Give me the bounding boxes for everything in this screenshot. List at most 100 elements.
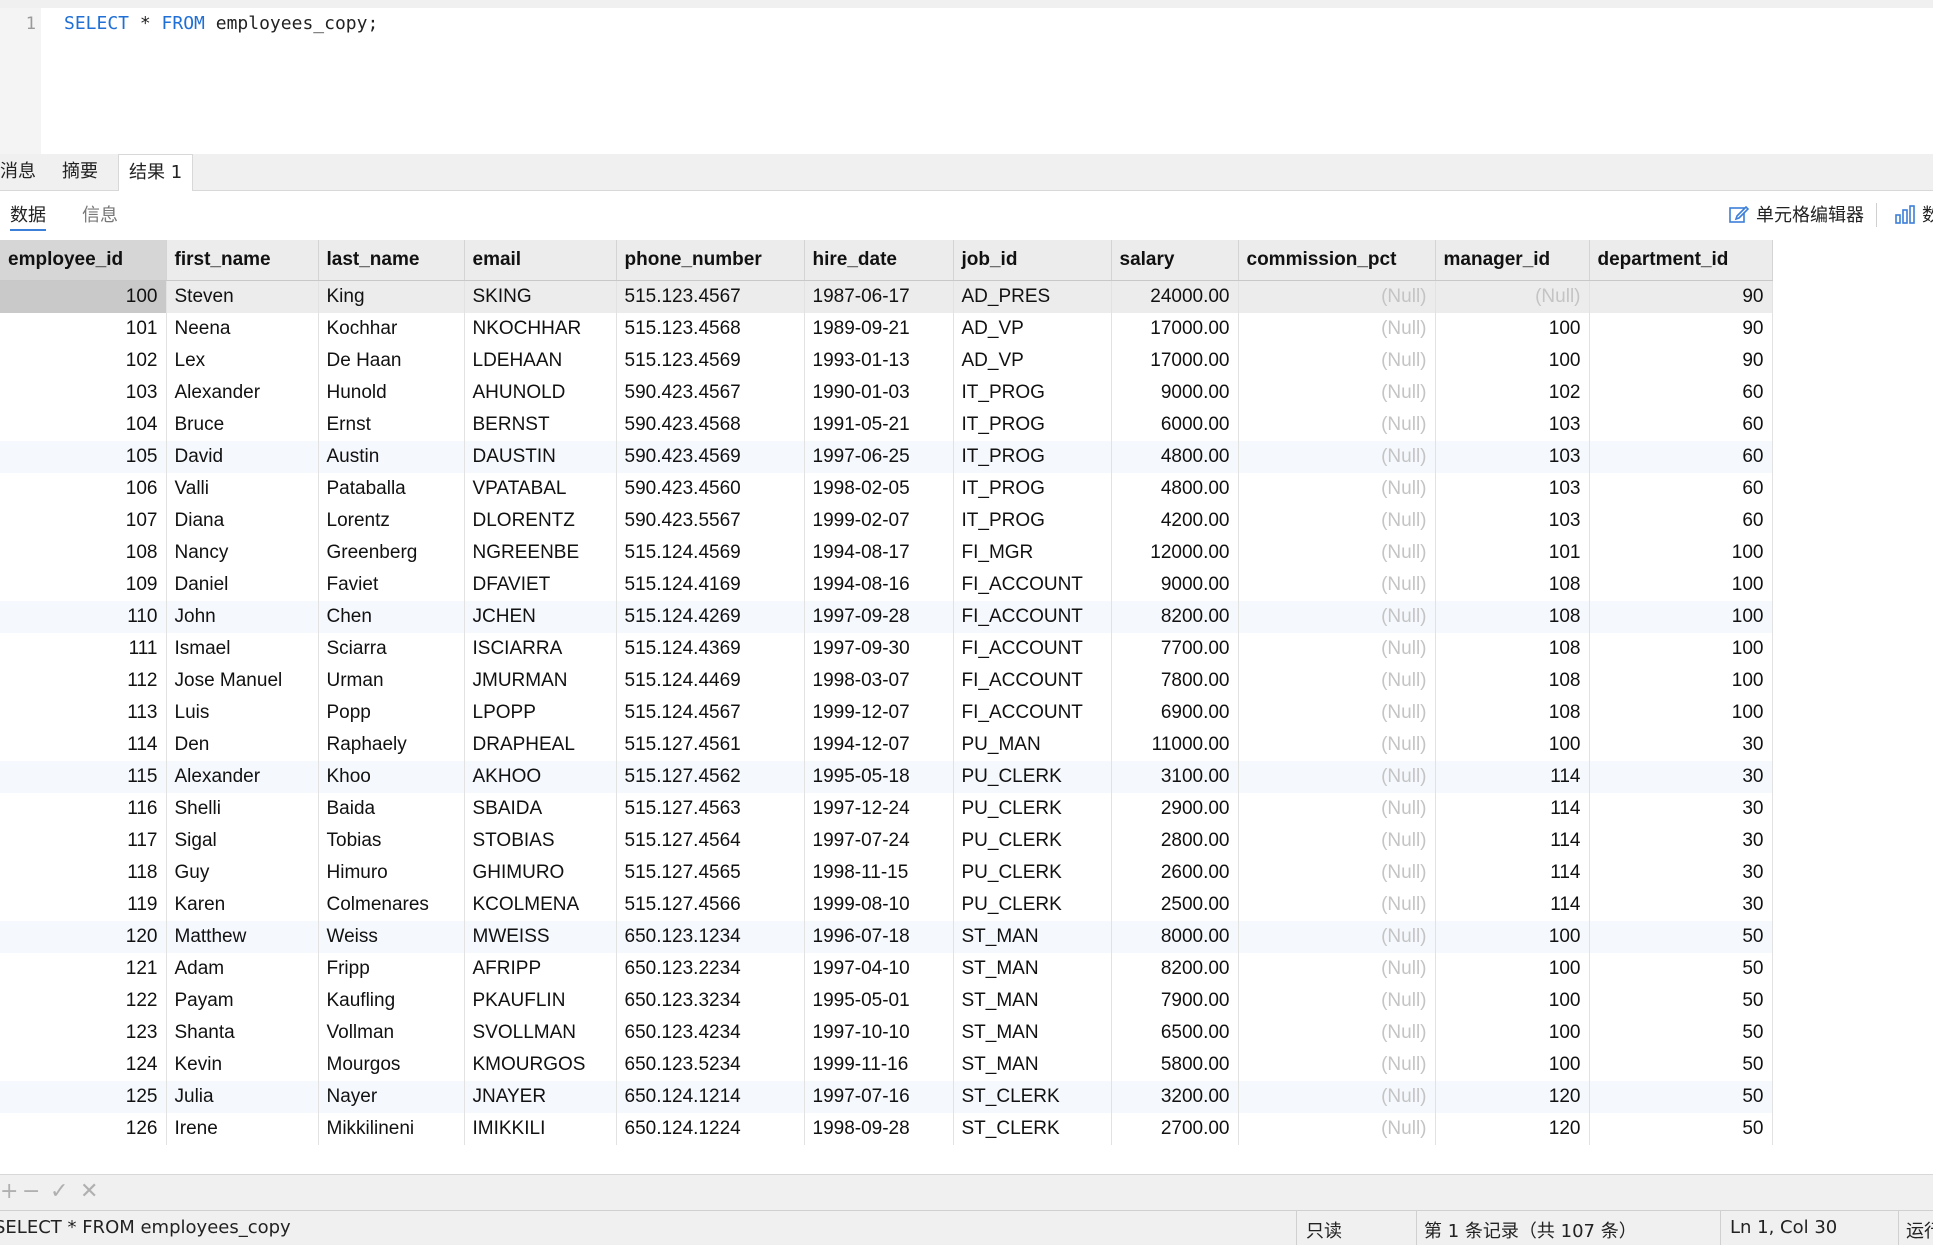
cell-email[interactable]: SBAIDA [464,793,617,825]
cell-last-name[interactable]: Kochhar [318,313,465,345]
cell-salary[interactable]: 17000.00 [1111,345,1239,377]
cell-manager-id[interactable]: 108 [1435,665,1590,697]
cell-first-name[interactable]: Karen [166,889,319,921]
cell-commission-pct[interactable]: (Null) [1238,473,1436,505]
cell-employee-id[interactable]: 111 [0,633,167,665]
cell-last-name[interactable]: Khoo [318,761,465,793]
cell-commission-pct[interactable]: (Null) [1238,409,1436,441]
cell-email[interactable]: KMOURGOS [464,1049,617,1081]
cell-commission-pct[interactable]: (Null) [1238,729,1436,761]
cell-salary[interactable]: 2700.00 [1111,1113,1239,1145]
cell-employee-id[interactable]: 104 [0,409,167,441]
cell-email[interactable]: AFRIPP [464,953,617,985]
sql-code-line[interactable]: SELECT * FROM employees_copy; [64,11,378,37]
cell-phone-number[interactable]: 515.124.4369 [616,633,805,665]
cell-hire-date[interactable]: 1998-02-05 [804,473,954,505]
column-header-commission-pct[interactable]: commission_pct [1238,240,1436,281]
cell-department-id[interactable]: 50 [1589,1081,1773,1113]
cell-email[interactable]: NGREENBE [464,537,617,569]
cell-employee-id[interactable]: 112 [0,665,167,697]
cell-hire-date[interactable]: 1997-07-24 [804,825,954,857]
table-row[interactable]: 110 John Chen JCHEN 515.124.4269 1997-09-28 FI… [0,601,1773,633]
cell-hire-date[interactable]: 1997-09-30 [804,633,954,665]
column-header-hire-date[interactable]: hire_date [804,240,954,281]
cell-department-id[interactable]: 50 [1589,921,1773,953]
cell-email[interactable]: DRAPHEAL [464,729,617,761]
cell-salary[interactable]: 6000.00 [1111,409,1239,441]
cell-employee-id[interactable]: 100 [0,280,167,313]
cell-phone-number[interactable]: 515.123.4568 [616,313,805,345]
cell-job-id[interactable]: FI_ACCOUNT [953,601,1112,633]
cell-department-id[interactable]: 30 [1589,761,1773,793]
cell-job-id[interactable]: PU_CLERK [953,825,1112,857]
cell-first-name[interactable]: Irene [166,1113,319,1145]
cell-phone-number[interactable]: 590.423.4560 [616,473,805,505]
cell-hire-date[interactable]: 1999-12-07 [804,697,954,729]
cell-email[interactable]: GHIMURO [464,857,617,889]
cell-hire-date[interactable]: 1997-12-24 [804,793,954,825]
cell-employee-id[interactable]: 123 [0,1017,167,1049]
table-row[interactable]: 124 Kevin Mourgos KMOURGOS 650.123.5234 1999-… [0,1049,1773,1081]
cell-last-name[interactable]: Baida [318,793,465,825]
cell-manager-id[interactable]: 103 [1435,473,1590,505]
cell-commission-pct[interactable]: (Null) [1238,985,1436,1017]
cell-salary[interactable]: 6900.00 [1111,697,1239,729]
cell-employee-id[interactable]: 107 [0,505,167,537]
cell-salary[interactable]: 3100.00 [1111,761,1239,793]
cell-manager-id[interactable]: 103 [1435,441,1590,473]
apply-changes-icon[interactable]: ✓ [50,1179,68,1204]
cell-manager-id[interactable]: 114 [1435,857,1590,889]
table-row[interactable]: 111 Ismael Sciarra ISCIARRA 515.124.4369 1997… [0,633,1773,665]
cell-job-id[interactable]: PU_CLERK [953,889,1112,921]
cell-last-name[interactable]: Himuro [318,857,465,889]
cell-commission-pct[interactable]: (Null) [1238,569,1436,601]
cell-salary[interactable]: 2600.00 [1111,857,1239,889]
cell-last-name[interactable]: Kaufling [318,985,465,1017]
cell-employee-id[interactable]: 119 [0,889,167,921]
cell-manager-id[interactable]: 114 [1435,793,1590,825]
cell-email[interactable]: VPATABAL [464,473,617,505]
cell-commission-pct[interactable]: (Null) [1238,505,1436,537]
cell-salary[interactable]: 11000.00 [1111,729,1239,761]
cell-phone-number[interactable]: 515.124.4269 [616,601,805,633]
cell-email[interactable]: STOBIAS [464,825,617,857]
cell-manager-id[interactable]: 100 [1435,953,1590,985]
column-header-last-name[interactable]: last_name [318,240,465,281]
cell-employee-id[interactable]: 105 [0,441,167,473]
table-row[interactable]: 101 Neena Kochhar NKOCHHAR 515.123.4568 1989-… [0,313,1773,345]
cell-manager-id[interactable]: 100 [1435,1049,1590,1081]
cell-salary[interactable]: 7900.00 [1111,985,1239,1017]
cell-department-id[interactable]: 30 [1589,889,1773,921]
cell-hire-date[interactable]: 1998-11-15 [804,857,954,889]
cell-employee-id[interactable]: 108 [0,537,167,569]
cell-phone-number[interactable]: 515.124.4567 [616,697,805,729]
cell-job-id[interactable]: IT_PROG [953,441,1112,473]
cell-hire-date[interactable]: 1997-04-10 [804,953,954,985]
cell-hire-date[interactable]: 1995-05-18 [804,761,954,793]
cell-job-id[interactable]: PU_CLERK [953,793,1112,825]
cell-phone-number[interactable]: 650.123.3234 [616,985,805,1017]
cell-email[interactable]: DAUSTIN [464,441,617,473]
cell-hire-date[interactable]: 1990-01-03 [804,377,954,409]
cell-email[interactable]: LPOPP [464,697,617,729]
cell-last-name[interactable]: Mourgos [318,1049,465,1081]
cell-hire-date[interactable]: 1998-09-28 [804,1113,954,1145]
cell-salary[interactable]: 6500.00 [1111,1017,1239,1049]
cell-employee-id[interactable]: 126 [0,1113,167,1145]
cell-first-name[interactable]: Adam [166,953,319,985]
cell-hire-date[interactable]: 1995-05-01 [804,985,954,1017]
cell-department-id[interactable]: 60 [1589,505,1773,537]
cell-last-name[interactable]: Austin [318,441,465,473]
cell-first-name[interactable]: Alexander [166,761,319,793]
delete-row-icon[interactable]: − [22,1179,40,1204]
cell-employee-id[interactable]: 116 [0,793,167,825]
table-row[interactable]: 118 Guy Himuro GHIMURO 515.127.4565 1998-11-1… [0,857,1773,889]
cell-commission-pct[interactable]: (Null) [1238,761,1436,793]
cell-phone-number[interactable]: 650.124.1214 [616,1081,805,1113]
cell-last-name[interactable]: Hunold [318,377,465,409]
cell-first-name[interactable]: Kevin [166,1049,319,1081]
cell-manager-id[interactable]: 102 [1435,377,1590,409]
cell-employee-id[interactable]: 114 [0,729,167,761]
cell-hire-date[interactable]: 1997-10-10 [804,1017,954,1049]
cell-manager-id[interactable]: 100 [1435,921,1590,953]
